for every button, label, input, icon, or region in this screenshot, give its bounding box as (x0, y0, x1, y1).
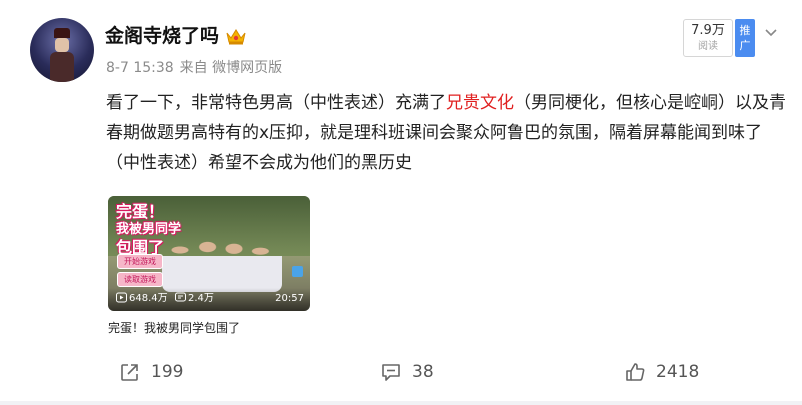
promote-button[interactable]: 推广 (735, 19, 755, 57)
overlay-line1: 完蛋！ (116, 202, 165, 221)
avatar-head (55, 38, 69, 52)
action-bar: 199 38 2418 (0, 352, 802, 392)
overlay-load-pill: 读取游戏 (117, 272, 163, 287)
share-button[interactable]: 199 (119, 352, 183, 392)
post-time[interactable]: 8-7 15:38 (106, 60, 174, 76)
share-count: 199 (151, 362, 184, 382)
like-count: 2418 (656, 362, 700, 382)
read-count: 7.9万 (691, 23, 725, 38)
avatar-body (50, 52, 74, 82)
post-meta: 8-7 15:38 来自 微博网页版 (106, 58, 282, 78)
video-card[interactable]: 完蛋！ 我被男同学 包围了 开始游戏 读取游戏 648.4万 2.4万 20:5… (108, 196, 310, 311)
video-duration: 20:57 (275, 293, 304, 304)
post-text: 看了一下，非常特色男高（中性表述）充满了兄贵文化（男同梗化，但核心是崆峒）以及青… (106, 88, 786, 178)
video-caption[interactable]: 完蛋！我被男同学包围了 (108, 320, 240, 336)
weibo-post-card: 金阁寺烧了吗 8-7 15:38 来自 微博网页版 7.9万 阅读 推广 看了一下… (0, 0, 802, 401)
crown-icon (226, 29, 246, 45)
post-text-part1: 看了一下，非常特色男高（中性表述）充满了 (106, 93, 446, 113)
danmu-count: 2.4万 (175, 292, 214, 306)
comment-button[interactable]: 38 (380, 352, 434, 392)
play-count: 648.4万 (116, 292, 168, 306)
topic-link[interactable]: 兄贵文化 (446, 93, 514, 113)
post-source: 来自 微博网页版 (179, 60, 283, 76)
read-label: 阅读 (698, 41, 718, 52)
danmu-icon (175, 292, 186, 302)
like-button[interactable]: 2418 (624, 352, 699, 392)
overlay-badge (292, 266, 303, 277)
play-count-value: 648.4万 (129, 293, 168, 304)
share-icon (121, 364, 138, 381)
play-icon (116, 292, 127, 303)
comment-count: 38 (412, 362, 434, 382)
chevron-down-icon[interactable] (764, 28, 778, 38)
comment-icon (382, 364, 400, 381)
video-title-overlay: 完蛋！ 我被男同学 包围了 (116, 202, 186, 258)
overlay-line2: 我被男同学 (116, 222, 182, 237)
username[interactable]: 金阁寺烧了吗 (105, 22, 219, 50)
overlay-start-pill: 开始游戏 (117, 254, 163, 269)
danmu-count-value: 2.4万 (188, 293, 214, 304)
read-count-box: 7.9万 阅读 (683, 19, 733, 57)
thumbs-up-icon (626, 363, 645, 381)
avatar[interactable] (30, 18, 94, 82)
avatar-hat (54, 28, 70, 38)
